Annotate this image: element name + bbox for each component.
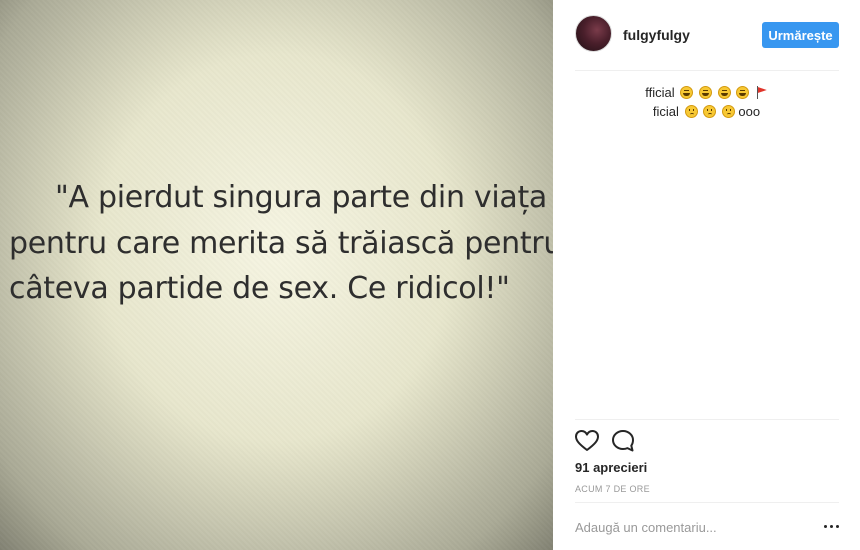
comment-item: ficial ooo [553, 102, 860, 121]
actions-divider [575, 419, 839, 420]
comment-suffix: ooo [738, 104, 761, 119]
avatar[interactable] [575, 15, 612, 52]
quote-line-1: "A pierdut singura parte din viața sa [55, 180, 553, 215]
post-timestamp[interactable]: ACUM 7 DE ORE [575, 484, 650, 494]
laughing-cat-emoji-icon [736, 86, 750, 99]
quote-line-2: pentru care merita să trăiască pentru [9, 226, 553, 261]
comment-text: ficial [652, 104, 679, 119]
follow-button[interactable]: Urmărește [762, 22, 839, 48]
worried-face-emoji-icon [703, 105, 717, 118]
comment-text: fficial [645, 85, 675, 100]
comments-list: fficial ficial ooo [553, 83, 860, 121]
laughing-cat-emoji-icon [698, 86, 712, 99]
post-header: fulgyfulgy Urmărește [553, 0, 860, 70]
speech-bubble-icon[interactable] [610, 428, 636, 454]
worried-face-emoji-icon [684, 105, 698, 118]
post-side-panel: fulgyfulgy Urmărește fficial ficial ooo … [553, 0, 860, 550]
username-link[interactable]: fulgyfulgy [623, 27, 690, 43]
heart-icon[interactable] [574, 428, 600, 454]
worried-face-emoji-icon [721, 105, 735, 118]
comment-divider [575, 502, 839, 503]
header-divider [575, 70, 839, 71]
likes-count[interactable]: 91 aprecieri [575, 460, 647, 475]
laughing-cat-emoji-icon [680, 86, 694, 99]
laughing-cat-emoji-icon [717, 86, 731, 99]
post-image: "A pierdut singura parte din viața sa pe… [0, 0, 553, 550]
add-comment-input[interactable] [575, 518, 805, 536]
quote-line-3: câteva partide de sex. Ce ridicol!" [9, 271, 510, 306]
more-options-icon[interactable] [824, 524, 840, 530]
red-flag-emoji-icon [756, 86, 768, 99]
comment-item: fficial [553, 83, 860, 102]
